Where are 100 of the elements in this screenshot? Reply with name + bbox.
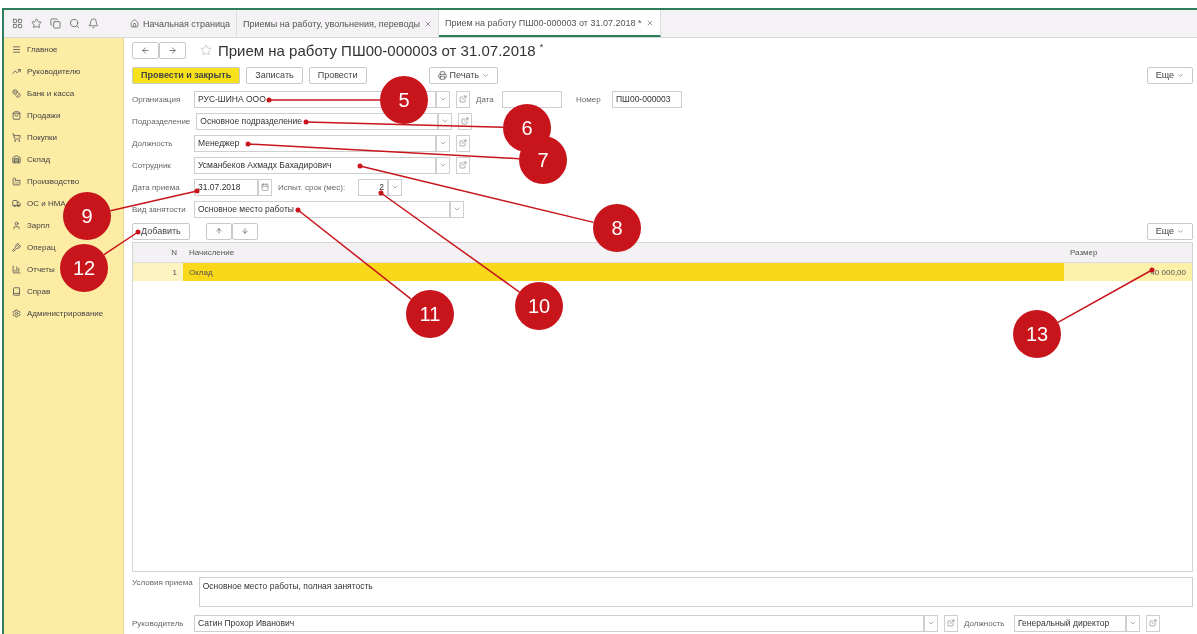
star-icon[interactable]	[31, 18, 42, 29]
arrow-right-icon	[168, 45, 177, 55]
field-label: Дата приема	[132, 182, 181, 192]
history-icon[interactable]	[50, 18, 61, 29]
add-button[interactable]: Добавить	[132, 222, 190, 240]
arrow-down-icon	[240, 227, 249, 235]
sidebar-item[interactable]: Склад	[4, 148, 51, 170]
select-field[interactable]: Основное место работы	[194, 200, 450, 218]
caret-icon	[1177, 71, 1184, 79]
conditions-field[interactable]: Основное место работы, полная занятость	[198, 577, 1193, 607]
section-icon	[12, 286, 21, 296]
toolbar-button[interactable]: Записать	[246, 66, 303, 84]
favorite-star-icon[interactable]	[200, 44, 212, 56]
forward-button[interactable]	[159, 41, 186, 59]
sidebar-item[interactable]: Главное	[4, 38, 58, 60]
sidebar-item[interactable]: Руководителю	[4, 60, 81, 82]
leader-line	[103, 229, 141, 256]
field-label: Условия приема	[132, 578, 193, 587]
close-icon	[423, 19, 432, 28]
dropdown-button[interactable]	[438, 112, 453, 130]
back-button[interactable]	[132, 41, 159, 59]
column-header[interactable]: Размер	[1064, 243, 1192, 262]
section-icon	[12, 176, 21, 186]
search-icon[interactable]	[69, 18, 80, 29]
open-icon	[459, 161, 467, 169]
tab[interactable]: Прием на работу ПШ00-000003 от 31.07.2018 *	[438, 10, 661, 37]
more-button[interactable]: Еще	[1146, 222, 1193, 240]
callout-badge: 10	[515, 282, 563, 330]
field-label: Организация	[132, 94, 182, 104]
close-icon	[645, 18, 654, 27]
field-label: Руководитель	[132, 618, 185, 628]
column-header[interactable]: N	[133, 243, 183, 262]
select-field[interactable]: Усманбеков Ахмадх Бахадирович	[194, 156, 436, 174]
document-title: Прием на работу ПШ00-000003 от 31.07.2018 $^{*}$	[218, 41, 544, 59]
sidebar-item[interactable]: Продажи	[4, 104, 61, 126]
sidebar-item[interactable]: ОС и НМА	[4, 192, 66, 214]
select-field[interactable]: Генеральный директор	[1014, 614, 1126, 632]
section-icon	[12, 132, 21, 142]
sidebar-item[interactable]: Производство	[4, 170, 80, 192]
section-icon	[12, 242, 21, 252]
callout-badge: 13	[1013, 310, 1061, 358]
section-icon	[12, 220, 21, 230]
toolbar-button[interactable]: Провести и закрыть	[132, 66, 241, 84]
number-field[interactable]: ПШ00-000003	[612, 90, 682, 108]
chevron-down-icon	[439, 161, 447, 169]
field-label: Сотрудник	[132, 160, 172, 170]
section-icon	[12, 66, 21, 76]
sidebar-item[interactable]: Администрирование	[4, 302, 104, 324]
move-up-button[interactable]	[205, 222, 232, 240]
field-label: Вид занятости	[132, 204, 187, 214]
section-icon	[12, 264, 21, 274]
sidebar-item[interactable]: Справ	[4, 280, 51, 302]
section-icon	[12, 198, 21, 208]
table-cell: Оклад	[183, 263, 1064, 281]
sidebar-item[interactable]: Отчеты	[4, 258, 55, 280]
section-icon	[12, 44, 21, 54]
printer-icon	[437, 70, 447, 80]
calendar-button[interactable]	[258, 178, 272, 196]
chevron-down-icon	[439, 95, 447, 103]
table-cell: 1	[133, 263, 183, 281]
open-icon	[947, 619, 955, 627]
field-label: Дата	[476, 94, 495, 104]
select-field[interactable]: Менеджер	[194, 134, 436, 152]
sidebar-item[interactable]: Покупки	[4, 126, 58, 148]
toolbar-button[interactable]: Провести	[308, 66, 367, 84]
open-icon	[459, 139, 467, 147]
arrow-up-icon	[214, 227, 223, 235]
callout-badge: 8	[593, 204, 641, 252]
sidebar-item[interactable]: Банк и касса	[4, 82, 75, 104]
field-label: Испыт. срок (мес):	[278, 182, 347, 192]
field-label: Подразделение	[132, 116, 191, 126]
number-field[interactable]: 2	[358, 178, 388, 196]
home-icon	[130, 19, 139, 28]
open-button[interactable]	[456, 156, 470, 174]
field-label: Должность	[964, 618, 1006, 628]
spin-button[interactable]	[388, 178, 402, 196]
sidebar-item[interactable]: Операц	[4, 236, 56, 258]
section-icon	[12, 308, 21, 318]
field-label: Номер	[576, 94, 602, 104]
callout-badge: 7	[519, 136, 567, 184]
grid-menu-icon[interactable]	[12, 18, 23, 29]
chevron-down-icon	[927, 619, 935, 627]
date-field[interactable]	[502, 90, 562, 108]
date-field[interactable]: 31.07.2018	[194, 178, 258, 196]
more-button[interactable]: Еще	[1146, 66, 1193, 84]
chevron-down-icon	[1129, 619, 1137, 627]
calendar-icon	[261, 183, 269, 191]
move-down-button[interactable]	[231, 222, 258, 240]
open-icon	[459, 95, 467, 103]
select-field[interactable]: Сатин Прохор Иванович	[194, 614, 924, 632]
field-label: Должность	[132, 138, 174, 148]
sidebar-item[interactable]: Зарпл	[4, 214, 50, 236]
section-icon	[12, 154, 21, 164]
callout-badge: 11	[406, 290, 454, 338]
chevron-down-icon	[391, 183, 399, 191]
callout-badge: 5	[380, 76, 428, 124]
bell-icon[interactable]	[88, 18, 99, 29]
toolbar-button[interactable]: Печать	[428, 66, 498, 84]
chevron-down-icon	[453, 205, 461, 213]
arrow-left-icon	[141, 45, 150, 55]
